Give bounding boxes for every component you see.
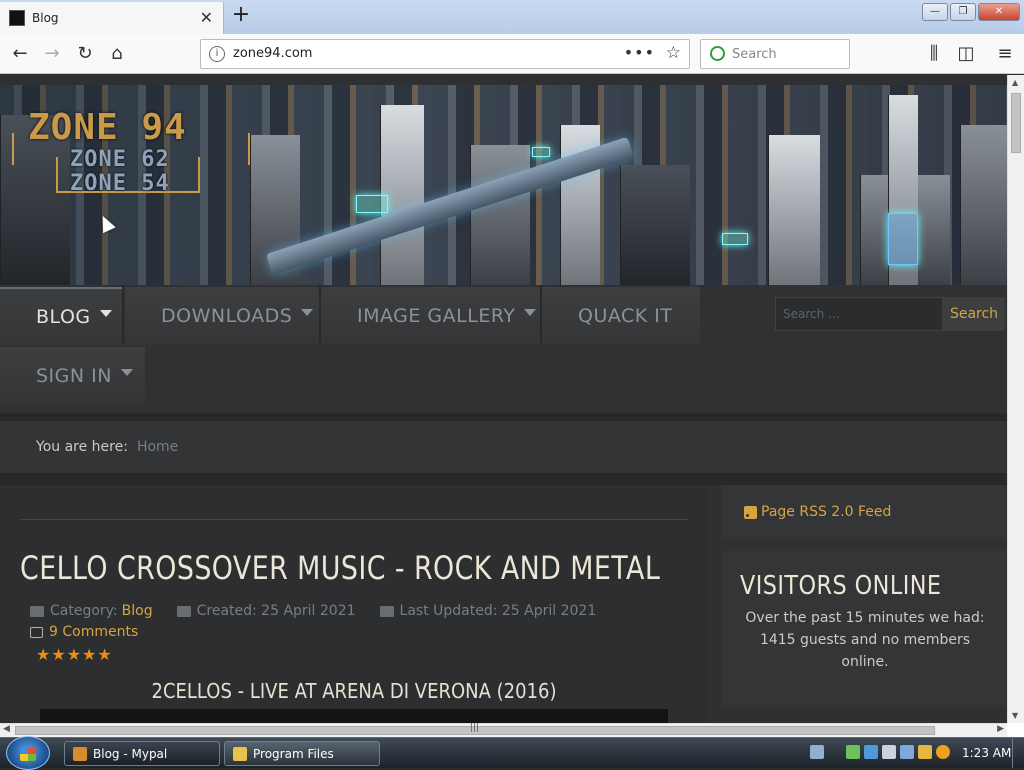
scroll-grip-icon: ||| [470, 723, 480, 733]
task-program-files[interactable]: Program Files [224, 741, 380, 766]
chevron-down-icon [301, 308, 314, 316]
divider [0, 473, 1007, 485]
menu-item-downloads[interactable]: DOWNLOADS [125, 287, 319, 345]
browser-search-bar[interactable]: Search [700, 39, 850, 69]
breadcrumb: You are here: Home [0, 421, 1007, 473]
menu-item-quack-it[interactable]: QUACK IT [542, 287, 700, 345]
scroll-left-icon[interactable]: ◀ [3, 724, 10, 734]
calendar-icon [379, 605, 394, 617]
site-search-input[interactable]: Search ... [775, 297, 943, 331]
menu-item-sign-in[interactable]: SIGN IN [0, 347, 145, 405]
menu-item-blog[interactable]: BLOG [0, 287, 122, 345]
bookmark-star-icon[interactable]: ☆ [666, 43, 681, 63]
scroll-up-icon[interactable]: ▲ [1012, 78, 1018, 87]
taskbar: Blog - Mypal Program Files 1:23 AM [0, 736, 1024, 770]
monitor-icon[interactable] [882, 745, 896, 759]
search-icon[interactable] [936, 745, 950, 759]
category-link[interactable]: Blog [122, 603, 153, 619]
vertical-scrollbar[interactable]: ▲ ▼ [1007, 75, 1024, 723]
site-banner: ZONE 94 ZONE 62 ZONE 54 [0, 85, 1007, 285]
scroll-down-icon[interactable]: ▼ [1012, 711, 1018, 720]
task-mypal[interactable]: Blog - Mypal [64, 741, 220, 766]
chevron-down-icon [120, 368, 133, 376]
web-page: ZONE 94 ZONE 62 ZONE 54 BLOG DOWNLOADS I… [0, 75, 1007, 723]
visitors-module: VISITORS ONLINE Over the past 15 minutes… [722, 551, 1007, 707]
breadcrumb-label: You are here: [36, 439, 128, 455]
window-controls: — ❐ ✕ [922, 3, 1020, 21]
check-icon[interactable] [846, 745, 860, 759]
network-icon[interactable] [864, 745, 878, 759]
close-window-button[interactable]: ✕ [978, 3, 1020, 21]
menu-item-image-gallery[interactable]: IMAGE GALLERY [321, 287, 540, 345]
article-subtitle: 2CELLOS - LIVE AT ARENA DI VERONA (2016) [151, 679, 557, 703]
browser-titlebar: Blog ✕ + — ❐ ✕ [0, 0, 1024, 34]
new-tab-button[interactable]: + [230, 4, 252, 28]
scroll-right-icon[interactable]: ▶ [997, 724, 1004, 734]
url-text: zone94.com [233, 46, 313, 61]
logo-main-text: ZONE 94 [28, 107, 187, 148]
site-logo[interactable]: ZONE 94 ZONE 62 ZONE 54 [12, 107, 250, 197]
page-actions-icon[interactable]: ••• [624, 43, 655, 62]
comment-icon [30, 626, 43, 638]
library-icon[interactable]: ⫼ [922, 42, 946, 66]
browser-search-placeholder: Search [732, 47, 777, 62]
article-title[interactable]: CELLO CROSSOVER MUSIC - ROCK AND METAL [20, 549, 660, 587]
calendar-icon [176, 605, 191, 617]
search-engine-icon [710, 46, 725, 61]
browser-tab[interactable]: Blog ✕ [0, 2, 224, 34]
created-date: Created: 25 April 2021 [196, 603, 356, 619]
tab-title: Blog [32, 11, 59, 25]
system-tray [810, 745, 950, 759]
site-info-icon[interactable]: i [209, 46, 225, 62]
comments-count: 9 Comments [49, 624, 139, 640]
scroll-thumb[interactable] [1011, 93, 1021, 153]
category-label: Category: [50, 603, 118, 619]
video-embed[interactable] [40, 709, 668, 723]
browser-toolbar: ← → ↻ ⌂ i zone94.com ••• ☆ Search ⫼ ◫ ≡ [0, 34, 1024, 74]
rating-stars[interactable]: ★★★★★ [36, 645, 113, 664]
folder-icon [30, 605, 44, 617]
site-search-placeholder: Search ... [783, 307, 840, 321]
keyboard-icon[interactable] [810, 745, 824, 759]
rss-link[interactable]: Page RSS 2.0 Feed [761, 504, 891, 520]
mypal-icon [73, 746, 87, 761]
show-desktop-button[interactable] [1012, 738, 1024, 768]
chevron-down-icon [524, 308, 537, 316]
divider [0, 413, 1007, 421]
maximize-button[interactable]: ❐ [950, 3, 976, 21]
tab-favicon-icon [9, 10, 25, 26]
back-icon[interactable]: ← [8, 42, 32, 66]
url-bar[interactable]: i zone94.com ••• ☆ [200, 39, 690, 69]
article: CELLO CROSSOVER MUSIC - ROCK AND METAL C… [0, 485, 708, 723]
horizontal-scrollbar[interactable]: ◀ ||| ▶ [0, 723, 1007, 737]
rss-icon [744, 505, 757, 519]
forward-icon[interactable]: → [40, 42, 64, 66]
article-meta: Category: Blog Created: 25 April 2021 La… [30, 603, 620, 619]
chevron-down-icon [99, 309, 112, 317]
tab-close-icon[interactable]: ✕ [200, 8, 213, 27]
site-search-button[interactable]: Search [943, 297, 1005, 331]
menu-icon[interactable]: ≡ [993, 42, 1017, 66]
home-icon[interactable]: ⌂ [105, 42, 129, 66]
minimize-button[interactable]: — [922, 3, 948, 21]
breadcrumb-home[interactable]: Home [137, 439, 178, 455]
speaker-icon[interactable] [918, 745, 932, 759]
comments-link[interactable]: 9 Comments [30, 624, 138, 640]
rss-module[interactable]: Page RSS 2.0 Feed [722, 485, 1007, 539]
sidebar-icon[interactable]: ◫ [954, 42, 978, 66]
divider [20, 519, 688, 520]
logo-line3: ZONE 54 [70, 171, 170, 196]
reload-icon[interactable]: ↻ [73, 42, 97, 66]
updated-date: Last Updated: 25 April 2021 [399, 603, 597, 619]
visitors-title: VISITORS ONLINE [740, 571, 942, 601]
site-menu: BLOG DOWNLOADS IMAGE GALLERY QUACK IT SI… [0, 285, 1007, 413]
logo-line2: ZONE 62 [70, 147, 170, 172]
clock[interactable]: 1:23 AM [962, 746, 1011, 760]
visitors-text: Over the past 15 minutes we had: 1415 gu… [745, 610, 985, 670]
start-button[interactable] [6, 736, 50, 770]
folder-icon [233, 746, 247, 761]
window-icon[interactable] [900, 745, 914, 759]
